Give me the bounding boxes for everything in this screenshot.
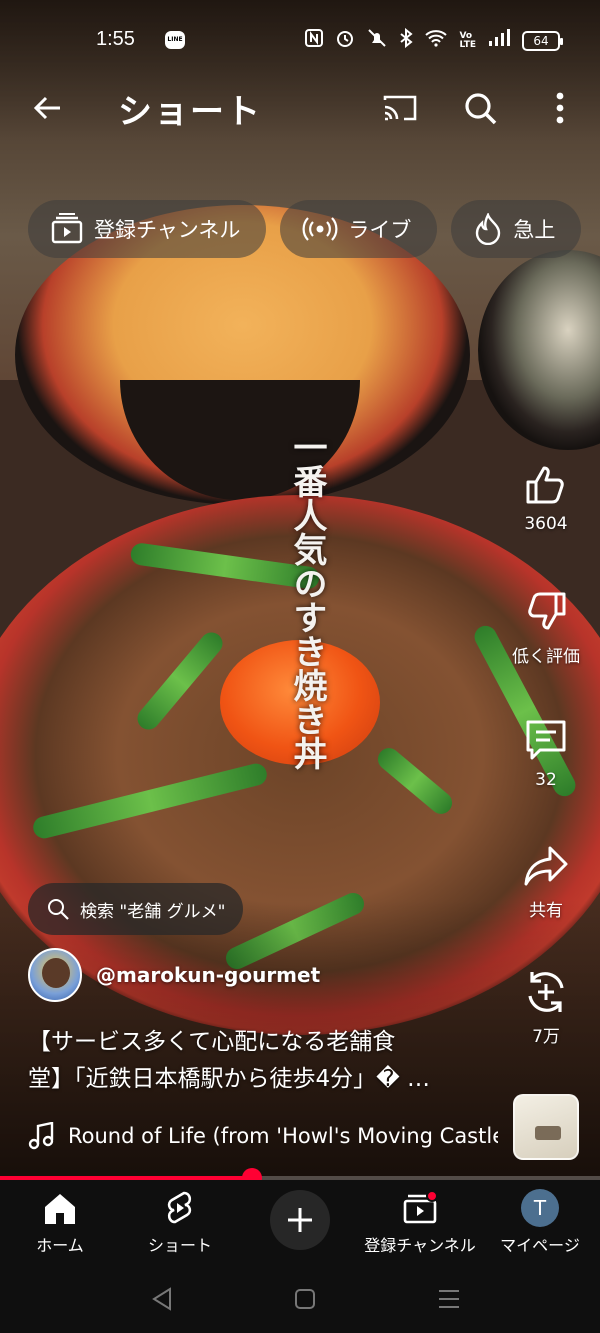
search-icon [465, 93, 497, 125]
description-line: 【サービス多くて心配になる老舗食 [28, 1029, 396, 1055]
search-suggestion-chip[interactable]: 検索 "老舗 グルメ" [28, 883, 244, 935]
chip-label: 急上 [513, 218, 556, 242]
status-bar: 1:55 LINE Vo LTE 64 [0, 0, 600, 80]
video-caption: 一番人気のすき焼き丼 [287, 430, 327, 770]
music-row[interactable]: Round of Life (from 'Howl's Moving Castl… [28, 1122, 498, 1150]
wifi-icon [425, 29, 448, 52]
volte-icon: Vo LTE [459, 30, 476, 50]
home-icon [45, 1194, 75, 1224]
alarm-icon [335, 28, 355, 53]
channel-avatar[interactable] [28, 948, 82, 1002]
system-home-button[interactable] [290, 1284, 320, 1314]
menu-recents-icon [439, 1290, 459, 1308]
nav-you[interactable]: T マイページ [480, 1189, 600, 1256]
battery-indicator: 64 [522, 30, 563, 51]
cast-icon [383, 95, 417, 121]
create-button[interactable] [270, 1190, 330, 1250]
silent-icon [367, 28, 387, 53]
live-icon [302, 217, 338, 241]
nav-subscriptions[interactable]: 登録チャンネル [360, 1190, 480, 1256]
chip-label: ライブ [348, 218, 412, 242]
like-icon [522, 460, 570, 508]
music-title: Round of Life (from 'Howl's Moving Castl… [68, 1124, 498, 1148]
plus-icon [288, 1208, 312, 1232]
nav-home[interactable]: ホーム [0, 1190, 120, 1256]
bottom-navigation: ホーム ショート 登録チャンネル T マイページ [0, 1180, 600, 1266]
search-suggestion-text: 検索 "老舗 グルメ" [80, 901, 226, 922]
arrow-left-icon [33, 96, 60, 120]
nfc-icon [305, 29, 324, 52]
comment-icon [522, 716, 570, 764]
remix-icon [522, 968, 570, 1016]
chip-trending[interactable]: 急上 [451, 200, 582, 258]
remix-count: 7万 [532, 1027, 560, 1047]
nav-label: マイページ [500, 1236, 580, 1255]
new-content-dot [426, 1190, 438, 1202]
music-note-icon [28, 1122, 54, 1150]
more-button[interactable] [540, 88, 580, 128]
remix-button[interactable]: 7万 [510, 968, 582, 1047]
comments-button[interactable]: 32 [510, 716, 582, 790]
share-label: 共有 [529, 901, 563, 921]
description-line: 堂】「近鉄日本橋駅から徒歩4分」� … [28, 1066, 431, 1092]
bluetooth-icon [399, 27, 414, 53]
app-header: ショート [0, 80, 600, 136]
system-back-button[interactable] [148, 1284, 178, 1314]
channel-handle[interactable]: @marokun-gourmet [96, 963, 320, 987]
system-recents-button[interactable] [434, 1284, 464, 1314]
like-button[interactable]: 3604 [510, 460, 582, 534]
like-count: 3604 [524, 514, 568, 534]
video-description[interactable]: 【サービス多くて心配になる老舗食 堂】「近鉄日本橋駅から徒歩4分」� … [28, 1024, 498, 1098]
music-album-thumbnail[interactable] [513, 1094, 579, 1160]
cast-button[interactable] [380, 88, 420, 128]
nav-label: ホーム [36, 1236, 84, 1255]
chip-subscriptions[interactable]: 登録チャンネル [28, 200, 267, 258]
nav-label: 登録チャンネル [364, 1236, 476, 1255]
back-button[interactable] [30, 90, 66, 126]
page-title: ショート [118, 92, 262, 132]
signal-icon [488, 29, 510, 52]
nav-label: ショート [147, 1236, 212, 1255]
chip-live[interactable]: ライブ [280, 200, 438, 258]
share-button[interactable]: 共有 [510, 842, 582, 921]
system-navigation [0, 1266, 600, 1333]
shorts-icon [167, 1191, 192, 1224]
line-app-icon: LINE [165, 31, 185, 49]
search-button[interactable] [460, 88, 500, 128]
channel-row: @marokun-gourmet [28, 948, 320, 1002]
search-icon [48, 899, 69, 920]
chip-label: 登録チャンネル [94, 218, 241, 242]
dislike-icon [522, 588, 570, 636]
more-vert-icon [556, 92, 564, 124]
comment-count: 32 [535, 770, 557, 790]
nav-shorts[interactable]: ショート [120, 1190, 240, 1256]
dislike-label: 低く評価 [512, 647, 580, 667]
share-icon [522, 842, 570, 890]
trending-icon [476, 213, 501, 245]
square-home-icon [295, 1289, 315, 1309]
status-icons: Vo LTE 64 [305, 27, 563, 53]
dislike-button[interactable]: 低く評価 [510, 588, 582, 667]
filter-chips: 登録チャンネル ライブ 急上 [28, 200, 582, 258]
triangle-back-icon [152, 1287, 171, 1311]
status-time: 1:55 [96, 28, 135, 50]
subscriptions-icon [51, 213, 83, 244]
user-avatar: T [521, 1189, 559, 1227]
